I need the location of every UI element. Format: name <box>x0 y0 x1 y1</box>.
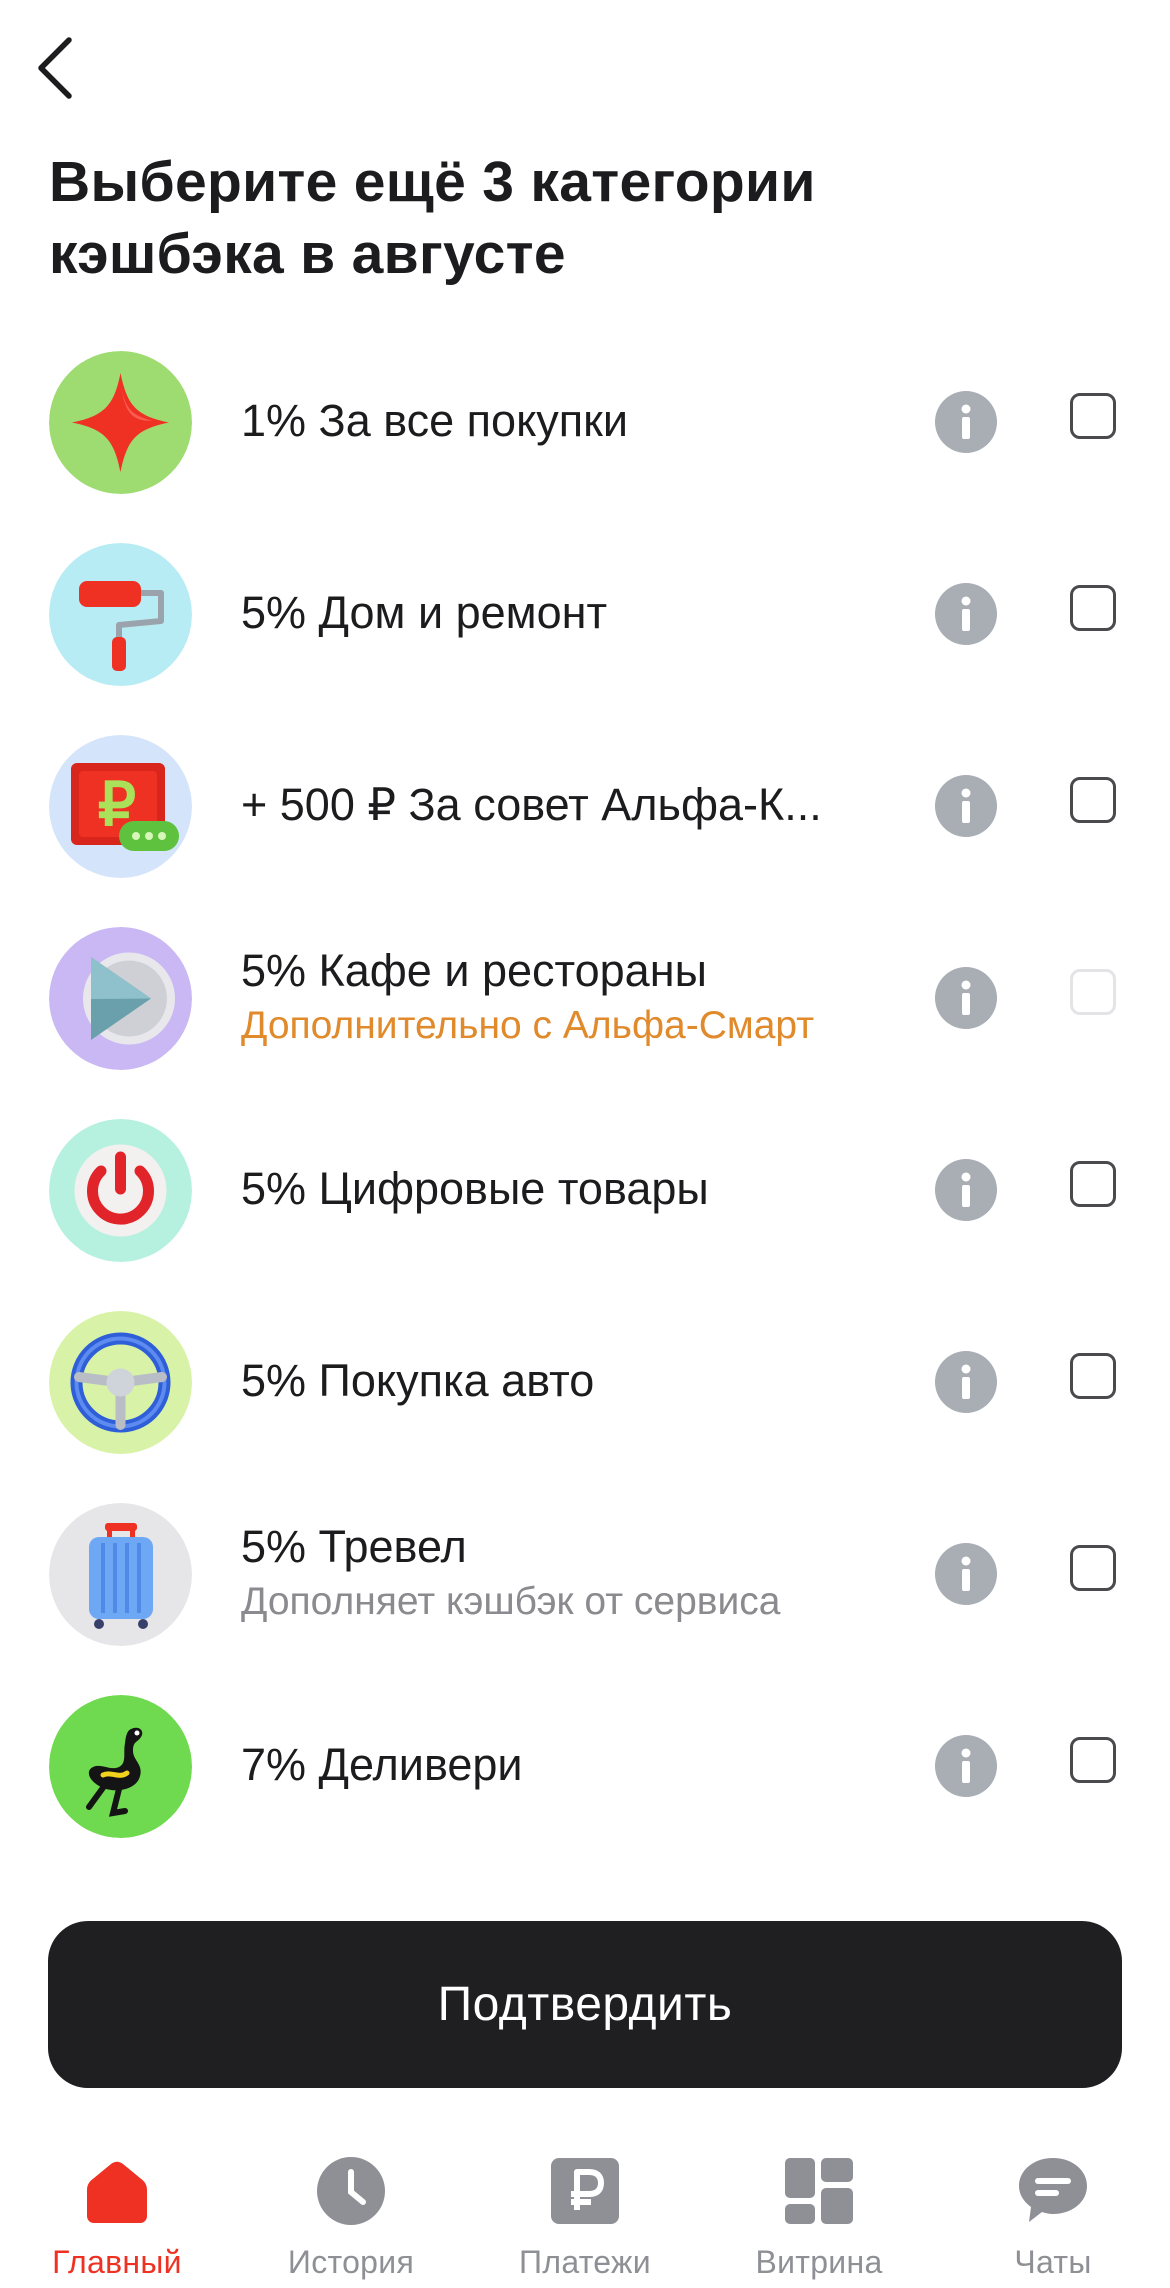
play-icon <box>49 927 192 1070</box>
suitcase-icon <box>49 1503 192 1646</box>
category-list: 1% За все покупки 5% Дом и ремонт ₽ + 50… <box>0 325 1170 1861</box>
ruble-card-icon: ₽ <box>49 735 192 878</box>
category-checkbox[interactable] <box>1070 585 1116 631</box>
category-label: 5% Тревел <box>241 1521 467 1572</box>
info-button[interactable] <box>935 391 997 453</box>
confirm-button[interactable]: Подтвердить <box>48 1921 1122 2088</box>
tab-label: Главный <box>52 2244 182 2280</box>
category-row-digital-goods[interactable]: 5% Цифровые товары <box>0 1093 1170 1285</box>
home-icon <box>81 2154 153 2226</box>
category-row-delivery[interactable]: 7% Деливери <box>0 1669 1170 1861</box>
info-button[interactable] <box>935 583 997 645</box>
tab-showcase[interactable]: Витрина <box>702 2140 936 2288</box>
category-label: 5% Покупка авто <box>241 1355 595 1406</box>
page-title: Выберите ещё 3 категории кэшбэка в авгус… <box>49 150 816 286</box>
category-checkbox[interactable] <box>1070 1161 1116 1207</box>
info-icon <box>961 788 971 823</box>
category-row-car[interactable]: 5% Покупка авто <box>0 1285 1170 1477</box>
star-icon <box>49 351 192 494</box>
category-row-travel[interactable]: 5% Тревел Дополняет кэшбэк от сервиса <box>0 1477 1170 1669</box>
category-checkbox <box>1070 969 1116 1015</box>
tab-label: Чаты <box>1014 2244 1092 2280</box>
chevron-left-icon <box>38 37 72 99</box>
info-icon <box>961 1172 971 1207</box>
tab-label: Витрина <box>755 2244 883 2280</box>
info-button[interactable] <box>935 1351 997 1413</box>
chat-icon <box>1017 2154 1089 2226</box>
tab-label: Платежи <box>519 2244 651 2280</box>
info-icon <box>961 1556 971 1591</box>
info-icon <box>961 596 971 631</box>
tab-payments[interactable]: Платежи <box>468 2140 702 2288</box>
tab-main[interactable]: Главный <box>0 2140 234 2288</box>
clock-icon <box>315 2154 387 2226</box>
info-button[interactable] <box>935 1159 997 1221</box>
tab-history[interactable]: История <box>234 2140 468 2288</box>
ruble-icon <box>549 2154 621 2226</box>
info-button[interactable] <box>935 967 997 1029</box>
category-checkbox[interactable] <box>1070 1353 1116 1399</box>
info-button[interactable] <box>935 1543 997 1605</box>
category-checkbox[interactable] <box>1070 1545 1116 1591</box>
category-checkbox[interactable] <box>1070 393 1116 439</box>
info-icon <box>961 1364 971 1399</box>
category-row-cafe[interactable]: 5% Кафе и рестораны Дополнительно с Альф… <box>0 901 1170 1093</box>
category-checkbox[interactable] <box>1070 777 1116 823</box>
ostrich-icon <box>49 1695 192 1838</box>
info-icon <box>961 1748 971 1783</box>
category-label: 7% Деливери <box>241 1739 523 1790</box>
info-button[interactable] <box>935 1735 997 1797</box>
power-icon <box>49 1119 192 1262</box>
paint-roller-icon <box>49 543 192 686</box>
grid-icon <box>783 2154 855 2226</box>
info-icon <box>961 980 971 1015</box>
category-row-home-repair[interactable]: 5% Дом и ремонт <box>0 517 1170 709</box>
bottom-tab-bar: Главный История Платежи Витрина Чаты <box>0 2140 1170 2288</box>
category-label: 5% Цифровые товары <box>241 1163 709 1214</box>
info-button[interactable] <box>935 775 997 837</box>
steering-wheel-icon <box>49 1311 192 1454</box>
back-button[interactable] <box>20 18 90 118</box>
category-label: 5% Дом и ремонт <box>241 587 608 638</box>
category-label: 5% Кафе и рестораны <box>241 945 707 996</box>
category-sublabel: Дополняет кэшбэк от сервиса <box>241 1580 781 1623</box>
tab-chats[interactable]: Чаты <box>936 2140 1170 2288</box>
category-row-advice-bonus[interactable]: ₽ + 500 ₽ За совет Альфа-К... <box>0 709 1170 901</box>
info-icon <box>961 404 971 439</box>
category-label: 1% За все покупки <box>241 395 628 446</box>
category-row-all-purchases[interactable]: 1% За все покупки <box>0 325 1170 517</box>
tab-label: История <box>287 2244 415 2280</box>
category-label: + 500 ₽ За совет Альфа-К... <box>241 779 822 830</box>
category-checkbox[interactable] <box>1070 1737 1116 1783</box>
category-promo-note[interactable]: Дополнительно с Альфа-Смарт <box>241 1000 881 1052</box>
